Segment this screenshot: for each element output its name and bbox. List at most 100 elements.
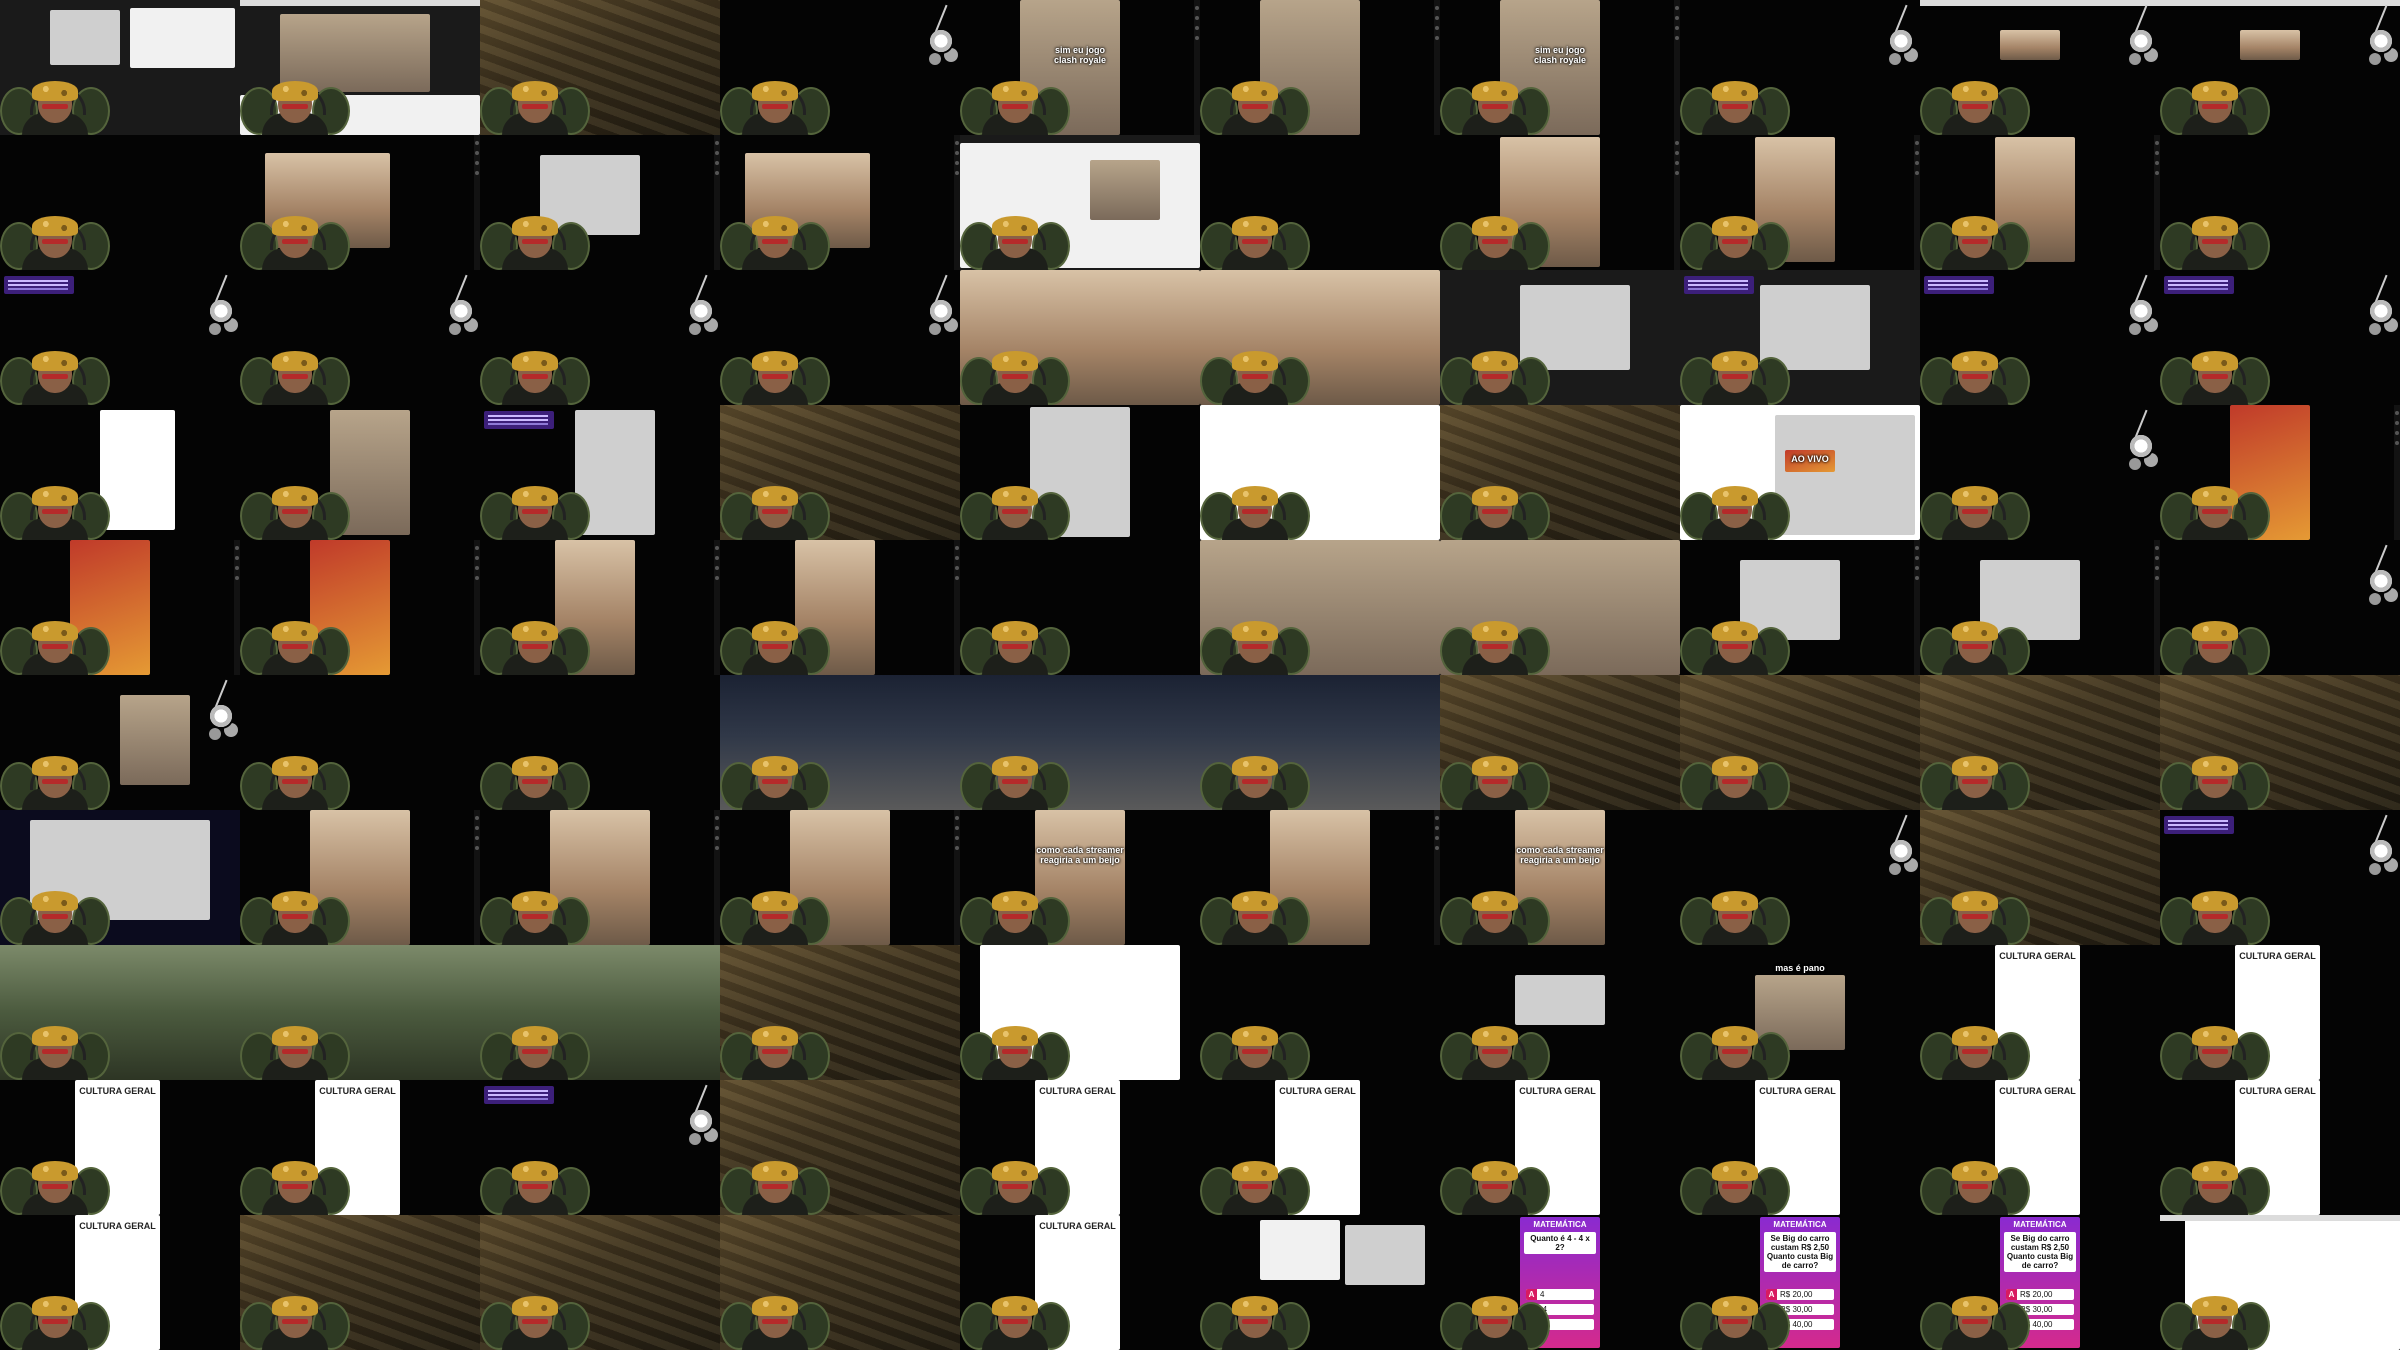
stream-thumbnail[interactable] — [240, 270, 480, 405]
stream-thumbnail[interactable]: MATEMÁTICA Se Big do carro custam R$ 2,50… — [1680, 1215, 1920, 1350]
stream-thumbnail[interactable] — [1920, 810, 2160, 945]
stream-thumbnail[interactable] — [960, 405, 1200, 540]
stream-thumbnail[interactable] — [1920, 135, 2160, 270]
stream-thumbnail[interactable] — [1920, 675, 2160, 810]
stream-thumbnail[interactable]: como cada streamer reagiria a um beijo — [960, 810, 1200, 945]
stream-thumbnail[interactable] — [1200, 1215, 1440, 1350]
stream-thumbnail[interactable] — [0, 675, 240, 810]
stream-thumbnail[interactable] — [240, 405, 480, 540]
stream-thumbnail[interactable] — [0, 270, 240, 405]
stream-thumbnail[interactable] — [240, 135, 480, 270]
stream-thumbnail[interactable] — [480, 0, 720, 135]
stream-thumbnail[interactable] — [240, 810, 480, 945]
stream-thumbnail[interactable]: sim eu jogo clash royale — [960, 0, 1200, 135]
stream-thumbnail[interactable] — [720, 1215, 960, 1350]
stream-thumbnail[interactable] — [720, 0, 960, 135]
stream-thumbnail[interactable] — [240, 1215, 480, 1350]
stream-thumbnail[interactable] — [1680, 0, 1920, 135]
stream-thumbnail[interactable] — [480, 1215, 720, 1350]
stream-thumbnail[interactable] — [720, 1080, 960, 1215]
stream-thumbnail[interactable] — [960, 945, 1200, 1080]
stream-thumbnail[interactable] — [2160, 135, 2400, 270]
stream-thumbnail[interactable] — [0, 405, 240, 540]
stream-thumbnail[interactable] — [720, 810, 960, 945]
stream-thumbnail[interactable] — [1680, 135, 1920, 270]
stream-thumbnail[interactable] — [1920, 405, 2160, 540]
stream-thumbnail[interactable] — [1200, 945, 1440, 1080]
stream-thumbnail[interactable] — [720, 540, 960, 675]
stream-thumbnail[interactable] — [1200, 810, 1440, 945]
stream-thumbnail[interactable] — [2160, 675, 2400, 810]
stream-thumbnail[interactable]: CULTURA GERAL — [2160, 1080, 2400, 1215]
stream-thumbnail[interactable] — [480, 945, 720, 1080]
stream-thumbnail[interactable] — [1680, 675, 1920, 810]
stream-thumbnail[interactable] — [720, 135, 960, 270]
stream-thumbnail[interactable]: AO VIVO — [1680, 405, 1920, 540]
stream-thumbnail[interactable] — [0, 945, 240, 1080]
stream-thumbnail[interactable] — [1200, 675, 1440, 810]
stream-thumbnail[interactable] — [1920, 270, 2160, 405]
stream-thumbnail[interactable] — [480, 675, 720, 810]
stream-thumbnail[interactable]: CULTURA GERAL — [2160, 945, 2400, 1080]
stream-thumbnail[interactable] — [1200, 405, 1440, 540]
stream-thumbnail[interactable] — [720, 945, 960, 1080]
stream-thumbnail[interactable] — [720, 405, 960, 540]
stream-thumbnail[interactable] — [0, 540, 240, 675]
stream-thumbnail[interactable] — [480, 540, 720, 675]
stream-thumbnail[interactable] — [2160, 540, 2400, 675]
stream-thumbnail[interactable]: CULTURA GERAL — [960, 1215, 1200, 1350]
stream-thumbnail[interactable]: CULTURA GERAL — [1920, 945, 2160, 1080]
stream-thumbnail[interactable] — [1440, 675, 1680, 810]
stream-thumbnail[interactable] — [720, 675, 960, 810]
stream-thumbnail[interactable]: CULTURA GERAL — [1440, 1080, 1680, 1215]
stream-thumbnail[interactable]: como cada streamer reagiria a um beijo — [1440, 810, 1680, 945]
stream-thumbnail[interactable] — [0, 810, 240, 945]
stream-thumbnail[interactable]: CULTURA GERAL — [960, 1080, 1200, 1215]
stream-thumbnail[interactable] — [960, 675, 1200, 810]
stream-thumbnail[interactable]: sim eu jogo clash royale — [1440, 0, 1680, 135]
stream-thumbnail[interactable] — [0, 0, 240, 135]
stream-thumbnail[interactable] — [2160, 1215, 2400, 1350]
stream-thumbnail[interactable] — [480, 1080, 720, 1215]
stream-thumbnail[interactable]: CULTURA GERAL — [1200, 1080, 1440, 1215]
stream-thumbnail[interactable] — [1200, 135, 1440, 270]
stream-thumbnail[interactable]: CULTURA GERAL — [0, 1215, 240, 1350]
stream-thumbnail[interactable] — [2160, 270, 2400, 405]
stream-thumbnail[interactable] — [1200, 0, 1440, 135]
stream-thumbnail[interactable] — [0, 135, 240, 270]
stream-thumbnail[interactable] — [240, 0, 480, 135]
stream-thumbnail[interactable] — [720, 270, 960, 405]
stream-thumbnail[interactable] — [240, 945, 480, 1080]
stream-thumbnail[interactable]: CULTURA GERAL — [1920, 1080, 2160, 1215]
stream-thumbnail[interactable] — [960, 540, 1200, 675]
stream-thumbnail[interactable] — [960, 270, 1200, 405]
stream-thumbnail[interactable]: CULTURA GERAL — [240, 1080, 480, 1215]
stream-thumbnail[interactable] — [960, 135, 1200, 270]
stream-thumbnail[interactable] — [2160, 0, 2400, 135]
stream-thumbnail[interactable]: mas é pano — [1680, 945, 1920, 1080]
stream-thumbnail[interactable]: MATEMÁTICAQuanto é 4 - 4 x 2?A4B-4C0 — [1440, 1215, 1680, 1350]
stream-thumbnail[interactable] — [1440, 540, 1680, 675]
stream-thumbnail[interactable] — [480, 135, 720, 270]
stream-thumbnail[interactable] — [1680, 810, 1920, 945]
stream-thumbnail[interactable] — [2160, 810, 2400, 945]
stream-thumbnail[interactable] — [480, 810, 720, 945]
stream-thumbnail[interactable]: CULTURA GERAL — [1680, 1080, 1920, 1215]
stream-thumbnail[interactable] — [480, 405, 720, 540]
stream-thumbnail[interactable] — [1440, 270, 1680, 405]
stream-thumbnail[interactable] — [240, 540, 480, 675]
stream-thumbnail[interactable] — [1920, 540, 2160, 675]
stream-thumbnail[interactable] — [1680, 540, 1920, 675]
stream-thumbnail[interactable] — [1440, 945, 1680, 1080]
stream-thumbnail[interactable] — [480, 270, 720, 405]
stream-thumbnail[interactable] — [1920, 0, 2160, 135]
stream-thumbnail[interactable] — [1440, 405, 1680, 540]
stream-thumbnail[interactable] — [1680, 270, 1920, 405]
stream-thumbnail[interactable]: CULTURA GERAL — [0, 1080, 240, 1215]
stream-thumbnail[interactable] — [1200, 270, 1440, 405]
stream-thumbnail[interactable] — [1200, 540, 1440, 675]
stream-thumbnail[interactable] — [2160, 405, 2400, 540]
stream-thumbnail[interactable] — [1440, 135, 1680, 270]
stream-thumbnail[interactable]: MATEMÁTICA Se Big do carro custam R$ 2,50… — [1920, 1215, 2160, 1350]
stream-thumbnail[interactable] — [240, 675, 480, 810]
